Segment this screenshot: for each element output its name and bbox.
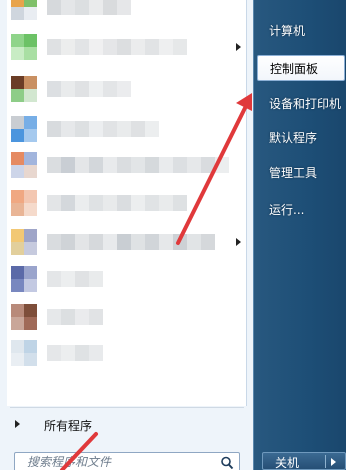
program-item[interactable] xyxy=(7,300,247,334)
program-item[interactable] xyxy=(7,225,247,259)
shutdown-label: 关机 xyxy=(275,456,300,470)
program-icon xyxy=(11,152,37,178)
program-icon xyxy=(11,76,37,102)
program-label xyxy=(47,309,103,325)
program-label xyxy=(47,81,131,97)
program-item[interactable] xyxy=(7,0,247,24)
program-item[interactable] xyxy=(7,336,247,370)
program-icon xyxy=(11,266,37,292)
program-item[interactable] xyxy=(7,30,247,64)
program-item[interactable] xyxy=(7,186,247,220)
right-menu-item-partial[interactable] xyxy=(257,0,345,8)
program-label xyxy=(47,39,187,55)
shutdown-divider xyxy=(325,455,326,468)
menu-separator xyxy=(10,407,244,408)
program-label xyxy=(47,195,187,211)
program-icon xyxy=(11,340,37,366)
search-box[interactable] xyxy=(14,452,240,470)
program-icon xyxy=(11,34,37,60)
program-label xyxy=(47,121,159,137)
chevron-right-icon[interactable] xyxy=(236,43,241,51)
right-menu-item-default-programs[interactable]: 默认程序 xyxy=(257,125,345,151)
all-programs-button[interactable]: 所有程序 xyxy=(7,413,247,435)
program-item[interactable] xyxy=(7,112,247,146)
shutdown-arrow-icon[interactable] xyxy=(331,458,336,466)
program-label xyxy=(47,345,103,361)
right-menu-item-admin-tools[interactable]: 管理工具 xyxy=(257,160,345,186)
right-menu-item-computer[interactable]: 计算机 xyxy=(257,18,345,44)
program-icon xyxy=(11,229,37,255)
right-menu-item-control-panel[interactable]: 控制面板 xyxy=(257,55,345,81)
recent-programs-list xyxy=(7,0,247,406)
right-menu-item-run[interactable]: 运行... xyxy=(257,197,345,223)
program-icon xyxy=(11,190,37,216)
start-menu-right-pane: 计算机 控制面板 设备和打印机 默认程序 管理工具 运行... xyxy=(253,0,346,470)
program-label xyxy=(47,234,223,250)
search-icon[interactable] xyxy=(220,456,234,470)
program-icon xyxy=(11,0,37,20)
program-item[interactable] xyxy=(7,262,247,296)
program-label xyxy=(47,271,103,287)
right-menu-item-devices-printers[interactable]: 设备和打印机 xyxy=(257,91,345,117)
program-label xyxy=(47,0,131,15)
chevron-right-icon[interactable] xyxy=(236,238,241,246)
program-item[interactable] xyxy=(7,148,247,182)
program-label xyxy=(47,157,237,173)
program-item[interactable] xyxy=(7,72,247,106)
program-icon xyxy=(11,304,37,330)
chevron-right-icon xyxy=(15,420,20,428)
search-input[interactable] xyxy=(15,453,215,470)
shutdown-button[interactable]: 关机 xyxy=(262,452,346,470)
program-icon xyxy=(11,116,37,142)
start-menu-left-pane: 所有程序 xyxy=(0,0,253,470)
all-programs-label: 所有程序 xyxy=(44,419,93,433)
